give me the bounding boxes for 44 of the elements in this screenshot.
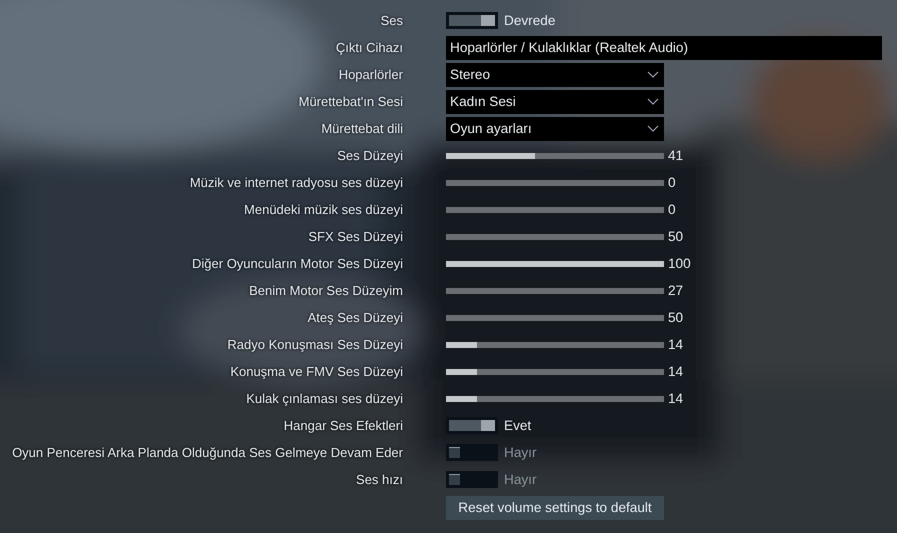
slider-value: 0 [668, 202, 676, 217]
toggle-state: Hayır [504, 472, 536, 487]
chevron-down-icon [647, 125, 659, 132]
setting-label: Ses hızı [355, 471, 403, 489]
setting-label: Benim Motor Ses Düzeyim [248, 282, 403, 300]
dropdown[interactable]: Kadın Sesi [446, 90, 664, 114]
toggle-state: Hayır [504, 445, 536, 460]
reset-button[interactable]: Reset volume settings to default [446, 496, 664, 520]
setting-label: Ses [380, 12, 403, 30]
setting-label: SFX Ses Düzeyi [307, 228, 403, 246]
slider-value: 50 [668, 310, 684, 325]
setting-label: Konuşma ve FMV Ses Düzeyi [229, 363, 403, 381]
setting-label: Ateş Ses Düzeyi [306, 309, 403, 327]
slider-value: 0 [668, 175, 676, 190]
setting-label: Diğer Oyuncuların Motor Ses Düzeyi [191, 255, 403, 273]
output-device-field[interactable]: Hoparlörler / Kulaklıklar (Realtek Audio) [446, 36, 882, 60]
dropdown[interactable]: Oyun ayarları [446, 116, 664, 140]
chevron-down-icon [647, 71, 659, 78]
setting-label: Menüdeki müzik ses düzeyi [243, 201, 403, 219]
setting-label: Çıktı Cihazı [334, 39, 403, 57]
slider-value: 50 [668, 229, 684, 244]
setting-label: Hangar Ses Efektleri [282, 417, 403, 435]
setting-label: Oyun Penceresi Arka Planda Olduğunda Ses Gelmeye Devam Eder [11, 444, 403, 462]
toggle-switch[interactable] [446, 12, 498, 29]
dropdown[interactable]: Stereo [446, 62, 664, 86]
toggle-state: Devrede [504, 13, 556, 28]
setting-label: Mürettebat dili [320, 120, 403, 138]
setting-label: Radyo Konuşması Ses Düzeyi [226, 336, 403, 354]
setting-label: Hoparlörler [338, 66, 403, 84]
setting-label: Ses Düzeyi [336, 147, 403, 165]
slider-value: 14 [668, 364, 684, 379]
setting-label: Mürettebat'ın Sesi [298, 93, 403, 111]
toggle-switch[interactable] [446, 417, 498, 434]
slider-value: 100 [668, 256, 691, 271]
toggle-switch[interactable] [446, 444, 498, 461]
slider-value: 27 [668, 283, 684, 298]
setting-label: Müzik ve internet radyosu ses düzeyi [188, 174, 403, 192]
slider-value: 14 [668, 337, 684, 352]
setting-label: Kulak çınlaması ses düzeyi [245, 390, 403, 408]
slider-value: 14 [668, 391, 684, 406]
chevron-down-icon [647, 98, 659, 105]
toggle-state: Evet [504, 418, 532, 433]
toggle-switch[interactable] [446, 471, 498, 488]
slider-value: 41 [668, 148, 684, 163]
